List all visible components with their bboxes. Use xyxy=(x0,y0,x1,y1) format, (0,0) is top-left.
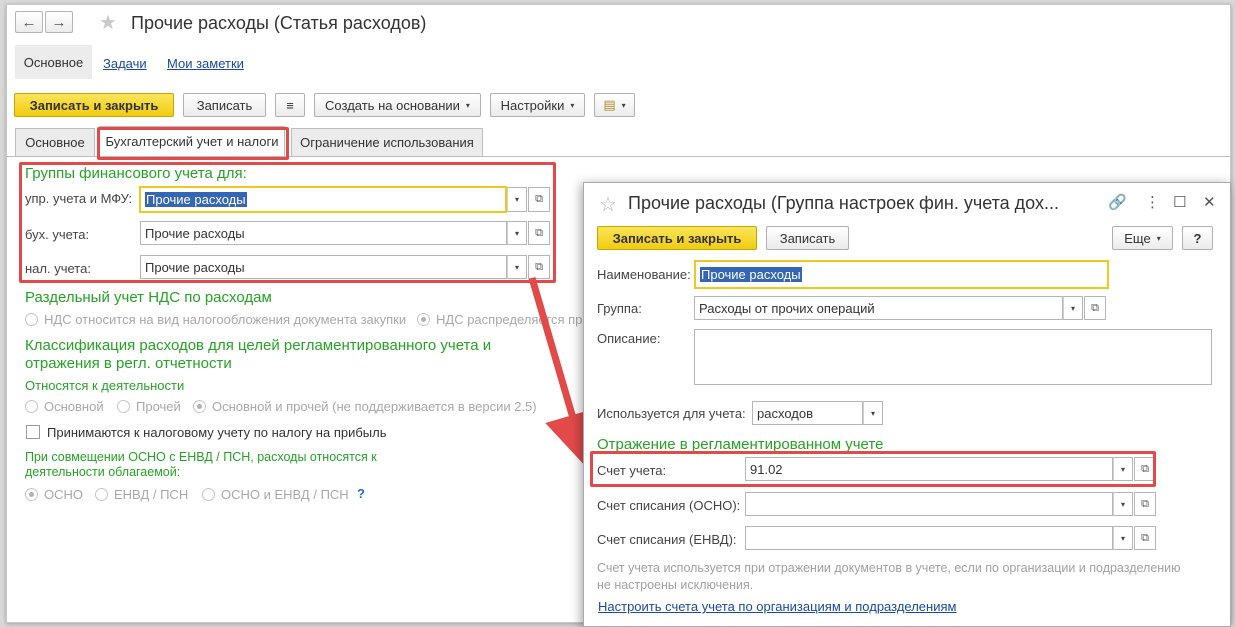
popup-window: ☆ Прочие расходы (Группа настроек фин. у… xyxy=(583,182,1231,627)
writeoff-osno-label: Счет списания (ОСНО): xyxy=(597,498,741,513)
account-label: Счет учета: xyxy=(597,463,667,478)
writeoff-envd-field[interactable] xyxy=(745,526,1113,550)
group-value: Расходы от прочих операций xyxy=(699,300,875,316)
group-label: Группа: xyxy=(597,301,642,316)
link-icon[interactable]: 🔗 xyxy=(1108,193,1127,211)
popup-save-button[interactable]: Записать xyxy=(766,226,849,250)
desc-textarea[interactable] xyxy=(694,329,1212,385)
favorite-star-icon[interactable]: ☆ xyxy=(599,192,617,217)
account-note-line1: Счет учета используется при отражении до… xyxy=(597,561,1181,575)
writeoff-osno-field[interactable] xyxy=(745,492,1113,516)
popup-help-button[interactable]: ? xyxy=(1182,226,1213,250)
account-field[interactable]: 91.02 xyxy=(745,457,1113,481)
open-form-icon: ⧉ xyxy=(1141,497,1149,510)
maximize-icon[interactable]: ☐ xyxy=(1173,193,1186,211)
used-dropdown-button[interactable]: ▾ xyxy=(863,401,883,425)
writeoff-osno-dropdown-button[interactable]: ▾ xyxy=(1113,492,1133,516)
name-field[interactable]: Прочие расходы xyxy=(694,260,1109,289)
chevron-down-icon: ▾ xyxy=(1120,499,1125,509)
name-label: Наименование: xyxy=(597,267,691,282)
chevron-down-icon: ▾ xyxy=(1070,303,1075,313)
group-open-button[interactable]: ⧉ xyxy=(1084,296,1106,320)
account-note-line2: не настроены исключения. xyxy=(597,578,754,592)
popup-more-label: Еще xyxy=(1124,230,1151,246)
group-dropdown-button[interactable]: ▾ xyxy=(1063,296,1083,320)
account-open-button[interactable]: ⧉ xyxy=(1134,457,1156,481)
used-field[interactable]: расходов xyxy=(752,401,863,425)
chevron-down-icon: ▾ xyxy=(870,408,875,418)
open-form-icon: ⧉ xyxy=(1141,531,1149,544)
popup-save-close-button[interactable]: Записать и закрыть xyxy=(597,226,757,250)
close-icon[interactable]: ✕ xyxy=(1203,193,1216,211)
name-value: Прочие расходы xyxy=(700,267,802,282)
writeoff-envd-label: Счет списания (ЕНВД): xyxy=(597,532,737,547)
chevron-down-icon: ▾ xyxy=(1120,533,1125,543)
setup-accounts-link[interactable]: Настроить счета учета по организациям и … xyxy=(598,599,956,614)
chevron-down-icon: ▾ xyxy=(1120,464,1125,474)
used-value: расходов xyxy=(757,405,813,421)
open-form-icon: ⧉ xyxy=(1141,462,1149,475)
desc-label: Описание: xyxy=(597,331,661,346)
group-field[interactable]: Расходы от прочих операций xyxy=(694,296,1063,320)
writeoff-envd-dropdown-button[interactable]: ▾ xyxy=(1113,526,1133,550)
popup-title: Прочие расходы (Группа настроек фин. уче… xyxy=(628,193,1059,213)
chevron-down-icon: ▾ xyxy=(1156,233,1161,243)
more-menu-icon[interactable]: ⋮ xyxy=(1145,193,1160,211)
open-form-icon: ⧉ xyxy=(1091,301,1099,314)
account-value: 91.02 xyxy=(750,461,783,477)
writeoff-envd-open-button[interactable]: ⧉ xyxy=(1134,526,1156,550)
account-dropdown-button[interactable]: ▾ xyxy=(1113,457,1133,481)
writeoff-osno-open-button[interactable]: ⧉ xyxy=(1134,492,1156,516)
reflection-heading: Отражение в регламентированном учете xyxy=(597,436,884,453)
popup-more-button[interactable]: Еще ▾ xyxy=(1112,226,1173,250)
used-label: Используется для учета: xyxy=(597,406,746,421)
